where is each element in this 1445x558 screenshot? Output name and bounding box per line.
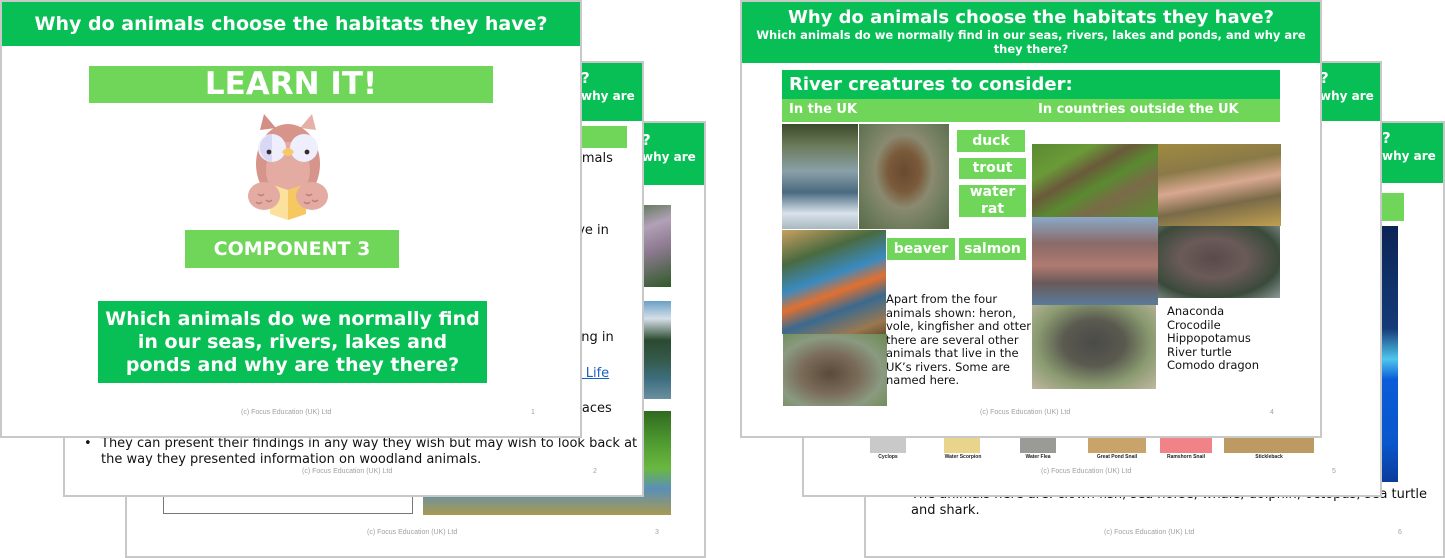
component-label: COMPONENT 3 [185, 230, 399, 268]
list-item: Comodo dragon [1167, 358, 1259, 372]
slide-footer: (c) Focus Education (UK) Ltd [367, 529, 458, 536]
page-number: 3 [655, 529, 659, 536]
header-fragment: ? [1382, 129, 1391, 147]
hippopotamus-photo [1032, 217, 1158, 305]
list-item: River turtle [1167, 344, 1232, 359]
list-item: Hippopotamus [1167, 331, 1251, 345]
bullet-text-line1: They can present their findings in any w… [101, 436, 638, 451]
body-text-line2: and shark. [911, 503, 980, 518]
page-number: 6 [1398, 529, 1402, 536]
list-item: Crocodile [1167, 317, 1221, 332]
vole-photo [859, 124, 949, 229]
page-number: 4 [1270, 409, 1274, 416]
tag-salmon: salmon [959, 238, 1026, 260]
section-title: River creatures to consider: [782, 70, 1280, 99]
slide-footer: (c) Focus Education (UK) Ltd [1104, 529, 1195, 536]
abroad-animal-list: Anaconda Crocodile Hippopotamus River tu… [1167, 304, 1259, 373]
komodo-dragon-photo [1032, 305, 1156, 389]
caption-ramshorn-snail: Ramshorn Snail [1166, 454, 1206, 460]
river-turtle-photo [1158, 226, 1280, 298]
tag-water-rat: water rat [959, 184, 1026, 217]
header-line2-fragment: why are [642, 150, 696, 164]
caption-water-scorpion: Water Scorpion [944, 454, 982, 460]
slide-header: Why do animals choose the habitats they … [742, 2, 1320, 63]
slide-subtitle: Which animals do we normally find in our… [756, 28, 1306, 56]
page-number: 2 [593, 468, 597, 475]
anaconda-photo [1032, 144, 1158, 217]
slide-header: Why do animals choose the habitats they … [2, 2, 580, 46]
caption-cyclops: Cyclops [878, 454, 898, 460]
tag-duck: duck [957, 130, 1025, 152]
learn-it-banner: LEARN IT! [89, 66, 493, 103]
header-fragment: ? [581, 69, 590, 87]
list-item: Anaconda [1167, 304, 1225, 318]
caption-stickleback: Stickleback [1255, 454, 1283, 460]
caption-great-pond-snail: Great Pond Snail [1096, 454, 1138, 460]
bullet-marker: • [84, 436, 92, 451]
uk-description: Apart from the four animals shown: heron… [886, 292, 1031, 387]
page-number: 5 [1332, 468, 1336, 475]
owl-reading-book-icon [248, 114, 328, 220]
page-number: 1 [531, 409, 535, 416]
header-line2-fragment: why are [1320, 89, 1374, 103]
slide-thumbnail-4[interactable]: Why do animals choose the habitats they … [740, 0, 1322, 438]
column-header-uk: In the UK [789, 102, 858, 117]
slide-footer: (c) Focus Education (UK) Ltd [1041, 468, 1132, 475]
otter-photo [783, 334, 887, 406]
bullet-text-line2: the way they presented information on wo… [101, 452, 482, 467]
slide-footer: (c) Focus Education (UK) Ltd [302, 468, 393, 475]
header-line2-fragment: why are [1382, 149, 1436, 163]
heron-photo [782, 124, 858, 229]
slide-title: Why do animals choose the habitats they … [788, 7, 1274, 28]
crocodile-photo [1158, 144, 1281, 226]
slide-thumbnail-1[interactable]: Why do animals choose the habitats they … [0, 0, 582, 438]
slide-footer: (c) Focus Education (UK) Ltd [980, 409, 1071, 416]
caption-water-flea: Water Flea [1025, 454, 1051, 460]
slide-footer: (c) Focus Education (UK) Ltd [241, 409, 332, 416]
column-header-abroad: In countries outside the UK [1038, 102, 1239, 117]
header-line2-fragment: why are [581, 89, 635, 103]
tag-trout: trout [959, 158, 1026, 179]
tag-beaver: beaver [887, 238, 955, 260]
kingfisher-photo [782, 230, 886, 334]
lesson-question-box: Which animals do we normally find in our… [98, 301, 487, 383]
